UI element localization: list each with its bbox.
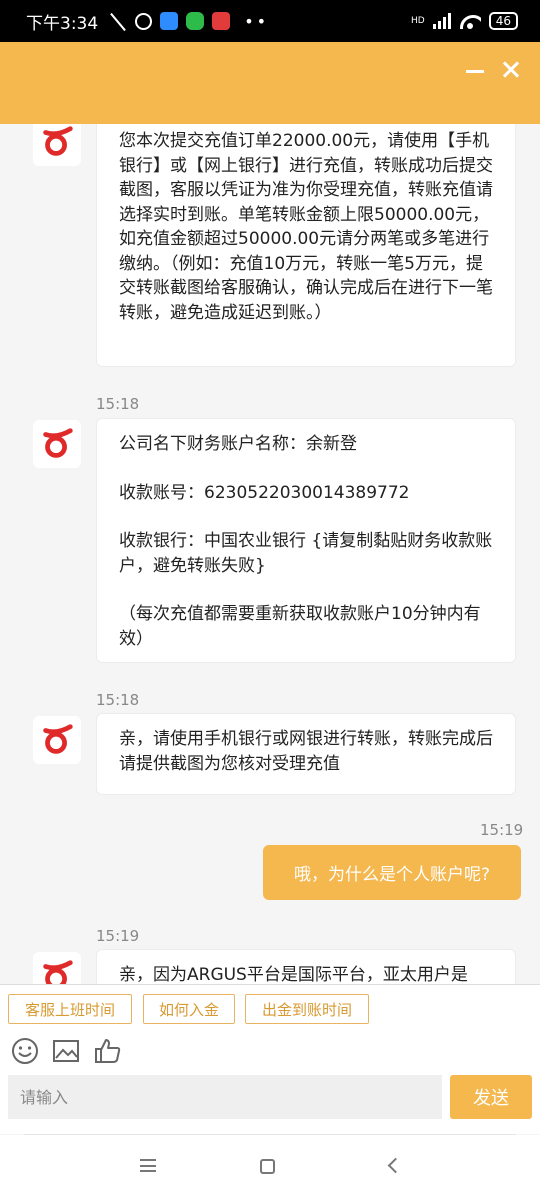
message-input[interactable] — [8, 1075, 442, 1119]
message-timestamp: 15:19 — [480, 821, 524, 839]
status-time: 下午3:34 — [26, 13, 99, 34]
bank-name-text: 收款银行：中国农业银行 {请复制黏贴财务收款账户，避免转账失败} — [119, 531, 493, 576]
signal-icon — [432, 13, 451, 29]
app-notification-icon — [160, 12, 179, 30]
message-bubble-user: 哦，为什么是个人账户呢? — [263, 845, 521, 900]
quick-reply-withdrawal-time[interactable]: 出金到账时间 — [245, 994, 369, 1024]
status-bar: 下午3:34 •• HD 46 — [0, 0, 540, 42]
wifi-icon — [459, 13, 481, 29]
chat-header — [0, 42, 540, 124]
system-nav-bar — [0, 1135, 540, 1200]
quick-replies-bar: 客服上班时间 如何入金 出金到账时间 — [0, 984, 540, 1030]
message-text: 哦，为什么是个人账户呢? — [293, 865, 491, 885]
do-not-disturb-icon — [110, 13, 127, 30]
message-timestamp: 15:18 — [96, 691, 140, 709]
input-toolbar — [0, 1030, 540, 1072]
input-row: 发送 — [0, 1072, 540, 1134]
agent-logo-icon — [43, 428, 73, 458]
agent-logo-icon — [43, 126, 73, 156]
emoji-icon[interactable] — [10, 1036, 40, 1066]
quick-reply-service-hours[interactable]: 客服上班时间 — [8, 994, 132, 1024]
hd-label: HD — [411, 15, 425, 26]
recent-apps-icon[interactable] — [140, 1159, 156, 1172]
more-notifications-icon: •• — [244, 11, 270, 31]
message-timestamp: 15:18 — [96, 395, 140, 413]
message-bubble-agent: 您本次提交充值订单22000.00元，请使用【手机银行】或【网上银行】进行充值，… — [96, 124, 516, 367]
agent-avatar — [33, 952, 81, 984]
send-button[interactable]: 发送 — [450, 1075, 532, 1119]
message-bubble-agent: 亲，请使用手机银行或网银进行转账，转账完成后请提供截图为您核对受理充值 — [96, 713, 516, 795]
chat-area[interactable]: 您本次提交充值订单22000.00元，请使用【手机银行】或【网上银行】进行充值，… — [0, 124, 540, 984]
agent-avatar — [33, 420, 81, 468]
battery-indicator: 46 — [488, 12, 518, 30]
message-text: 亲，因为ARGUS平台是国际平台，亚太用户是 — [119, 965, 468, 984]
close-icon[interactable] — [498, 56, 526, 84]
thumbs-up-icon[interactable] — [93, 1036, 123, 1066]
message-bubble-agent: 公司名下财务账户名称：余新登 收款账号：6230522030014389772 … — [96, 418, 516, 663]
message-bubble-agent: 亲，因为ARGUS平台是国际平台，亚太用户是 — [96, 949, 516, 984]
agent-avatar — [33, 124, 81, 166]
message-text: 亲，请使用手机银行或网银进行转账，转账完成后请提供截图为您核对受理充值 — [119, 729, 493, 774]
quick-reply-how-to-deposit[interactable]: 如何入金 — [143, 994, 235, 1024]
calendar-app-icon — [212, 12, 231, 30]
home-icon[interactable] — [260, 1159, 275, 1174]
agent-logo-icon — [43, 724, 73, 754]
account-name-text: 公司名下财务账户名称：余新登 — [119, 434, 357, 454]
agent-avatar — [33, 716, 81, 764]
agent-logo-icon — [43, 960, 73, 984]
account-number-text: 收款账号：6230522030014389772 — [119, 482, 410, 503]
alarm-icon — [135, 12, 153, 30]
message-timestamp: 15:19 — [96, 927, 140, 945]
back-icon[interactable] — [387, 1157, 404, 1174]
minimize-icon[interactable] — [466, 70, 484, 73]
image-icon[interactable] — [51, 1036, 81, 1066]
validity-note-text: （每次充值都需要重新获取收款账户10分钟内有效） — [119, 604, 481, 649]
message-text: 您本次提交充值订单22000.00元，请使用【手机银行】或【网上银行】进行充值，… — [119, 131, 493, 323]
wechat-icon — [186, 12, 205, 30]
